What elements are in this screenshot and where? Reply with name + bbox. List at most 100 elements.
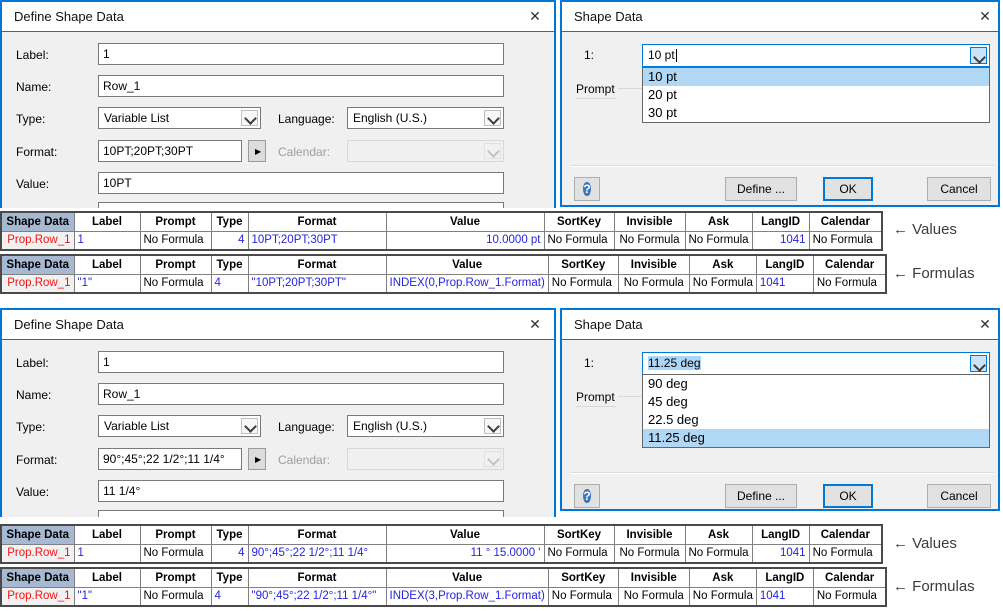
table-cell[interactable]: 10PT;20PT;30PT — [247, 230, 387, 251]
close-icon[interactable]: ✕ — [526, 316, 544, 333]
list-item[interactable]: 11.25 deg — [643, 429, 989, 447]
define-button[interactable]: Define ... — [725, 177, 797, 201]
column-header-type: Type — [210, 524, 249, 545]
list-item[interactable]: 45 deg — [643, 393, 989, 411]
shape-data-combobox[interactable]: 10 pt — [642, 44, 990, 67]
list-item[interactable]: 10 pt — [643, 68, 989, 86]
table-cell[interactable]: 4 — [210, 543, 249, 564]
ok-button[interactable]: OK — [823, 484, 873, 508]
table-cell[interactable]: No Formula — [547, 273, 619, 294]
row-name-cell[interactable]: Prop.Row_1 — [0, 230, 75, 251]
table-cell[interactable]: "1" — [73, 273, 141, 294]
column-header-label: Label — [73, 211, 141, 232]
row-name-cell[interactable]: Prop.Row_1 — [0, 586, 75, 607]
format-caption: Format: — [16, 453, 58, 467]
table-cell[interactable]: 1041 — [751, 230, 810, 251]
close-icon[interactable]: ✕ — [526, 8, 544, 25]
language-select[interactable]: English (U.S.) — [347, 107, 504, 129]
cropped-partial-input[interactable] — [98, 202, 504, 208]
chevron-down-icon[interactable] — [970, 355, 987, 372]
format-expand-button[interactable]: ▶ — [248, 140, 266, 162]
label-input[interactable] — [98, 351, 504, 373]
table-cell[interactable]: No Formula — [684, 230, 753, 251]
table-cell[interactable]: No Formula — [812, 586, 887, 607]
chevron-down-icon — [484, 451, 501, 467]
prompt-caption: Prompt — [576, 82, 615, 96]
list-item[interactable]: 20 pt — [643, 86, 989, 104]
shape-data-combobox[interactable]: 11.25 deg — [642, 352, 990, 375]
table-cell[interactable]: 90°;45°;22 1/2°;11 1/4° — [247, 543, 387, 564]
chevron-down-icon[interactable] — [241, 110, 258, 126]
language-select[interactable]: English (U.S.) — [347, 415, 504, 437]
format-input[interactable] — [98, 448, 242, 470]
table-cell[interactable]: 1041 — [755, 273, 814, 294]
table-cell[interactable]: No Formula — [684, 543, 753, 564]
table-cell[interactable]: 4 — [210, 230, 249, 251]
table-cell[interactable]: No Formula — [808, 543, 883, 564]
cropped-partial-input[interactable] — [98, 510, 504, 517]
table-cell[interactable]: No Formula — [613, 543, 686, 564]
table-cell[interactable]: 1041 — [751, 543, 810, 564]
type-select[interactable]: Variable List — [98, 107, 261, 129]
table-cell[interactable]: 11 ° 15.0000 ' — [385, 543, 545, 564]
shape-data-dialog-bottom: Shape Data ✕ 1: 11.25 deg Prompt 90 deg … — [560, 308, 1000, 511]
close-icon[interactable]: ✕ — [976, 316, 994, 333]
chevron-down-icon[interactable] — [484, 110, 501, 126]
list-item[interactable]: 30 pt — [643, 104, 989, 122]
list-item[interactable]: 22.5 deg — [643, 411, 989, 429]
shapesheet-table-values-bottom: Shape Data Label Prompt Type Format Value Sort… — [0, 524, 884, 564]
label-input[interactable] — [98, 43, 504, 65]
table-cell[interactable]: No Formula — [547, 586, 619, 607]
type-caption: Type: — [16, 420, 46, 434]
help-button[interactable]: ? — [574, 177, 600, 201]
row-name-cell[interactable]: Prop.Row_1 — [0, 543, 75, 564]
list-item[interactable]: 90 deg — [643, 375, 989, 393]
table-cell[interactable]: No Formula — [139, 230, 212, 251]
cancel-button[interactable]: Cancel — [927, 177, 991, 201]
table-cell[interactable]: 4 — [210, 586, 249, 607]
table-cell[interactable]: No Formula — [613, 230, 686, 251]
table-cell[interactable]: "1" — [73, 586, 141, 607]
cancel-button[interactable]: Cancel — [927, 484, 991, 508]
close-icon[interactable]: ✕ — [976, 8, 994, 25]
name-input[interactable] — [98, 75, 504, 97]
format-input[interactable] — [98, 140, 242, 162]
table-cell[interactable]: No Formula — [808, 230, 883, 251]
ok-button[interactable]: OK — [823, 177, 873, 201]
table-cell[interactable]: No Formula — [139, 586, 212, 607]
value-input[interactable] — [98, 480, 504, 502]
table-cell[interactable]: No Formula — [617, 586, 690, 607]
table-cell[interactable]: 1 — [73, 543, 141, 564]
table-cell[interactable]: 1 — [73, 230, 141, 251]
table-cell[interactable]: No Formula — [139, 273, 212, 294]
type-select-value: Variable List — [104, 419, 170, 433]
column-header-calendar: Calendar — [808, 524, 883, 545]
chevron-down-icon[interactable] — [241, 418, 258, 434]
table-cell[interactable]: No Formula — [688, 586, 757, 607]
table-cell[interactable]: No Formula — [617, 273, 690, 294]
table-cell[interactable]: "10PT;20PT;30PT" — [247, 273, 387, 294]
table-cell[interactable]: 10.0000 pt — [385, 230, 545, 251]
table-cell[interactable]: 4 — [210, 273, 249, 294]
column-header-invisible: Invisible — [617, 567, 690, 588]
dialog-title: Shape Data — [574, 9, 643, 24]
help-button[interactable]: ? — [574, 484, 600, 508]
define-button[interactable]: Define ... — [725, 484, 797, 508]
value-input[interactable] — [98, 172, 504, 194]
table-cell[interactable]: INDEX(0,Prop.Row_1.Format) — [385, 273, 549, 294]
name-input[interactable] — [98, 383, 504, 405]
table-cell[interactable]: INDEX(3,Prop.Row_1.Format) — [385, 586, 549, 607]
row-name-cell[interactable]: Prop.Row_1 — [0, 273, 75, 294]
dialog-titlebar: Shape Data ✕ — [562, 310, 998, 340]
table-cell[interactable]: No Formula — [688, 273, 757, 294]
table-cell[interactable]: No Formula — [543, 230, 615, 251]
table-cell[interactable]: "90°;45°;22 1/2°;11 1/4°" — [247, 586, 387, 607]
chevron-down-icon[interactable] — [970, 47, 987, 64]
table-cell[interactable]: No Formula — [543, 543, 615, 564]
type-select[interactable]: Variable List — [98, 415, 261, 437]
table-cell[interactable]: No Formula — [139, 543, 212, 564]
table-cell[interactable]: No Formula — [812, 273, 887, 294]
format-expand-button[interactable]: ▶ — [248, 448, 266, 470]
table-cell[interactable]: 1041 — [755, 586, 814, 607]
chevron-down-icon[interactable] — [484, 418, 501, 434]
